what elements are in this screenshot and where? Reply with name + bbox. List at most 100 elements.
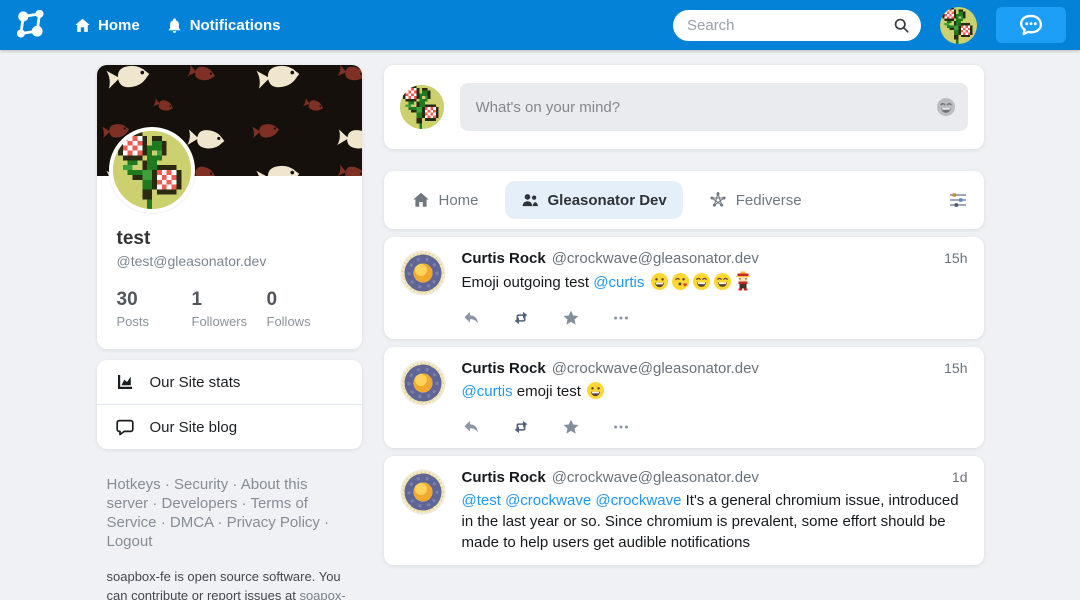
top-navbar: Home Notifications — [0, 0, 1080, 50]
more-options-icon[interactable] — [612, 418, 630, 436]
status-author-name[interactable]: Curtis Rock — [462, 360, 546, 377]
site-nav-card: Our Site stats Our Site blog — [97, 360, 362, 449]
stat-posts-label: Posts — [117, 314, 192, 329]
fediverse-icon — [709, 191, 727, 209]
profile-card: test @test@gleasonator.dev 30 Posts 1 Fo… — [97, 65, 362, 349]
stat-followers-label: Followers — [192, 314, 267, 329]
status-content: Emoji outgoing test @curtis — [462, 271, 968, 293]
tab-gleasonator-dev[interactable]: Gleasonator Dev — [505, 181, 683, 219]
bell-icon — [166, 17, 183, 34]
nav-notifications-label: Notifications — [190, 17, 281, 34]
compose-card — [384, 65, 984, 149]
status-author-acct: @crockwave@gleasonator.dev — [552, 469, 759, 486]
compose-avatar[interactable] — [400, 85, 444, 129]
reply-icon[interactable] — [462, 309, 480, 327]
stat-posts-value: 30 — [117, 289, 192, 311]
more-options-icon[interactable] — [612, 309, 630, 327]
stat-followers-value: 1 — [192, 289, 267, 311]
navbar-avatar[interactable] — [940, 7, 977, 44]
site-blog-label: Our Site blog — [150, 419, 238, 436]
footer-about: soapbox-fe is open source software. You … — [97, 567, 349, 600]
comment-icon — [115, 417, 135, 437]
favourite-icon[interactable] — [562, 418, 580, 436]
profile-stats: 30 Posts 1 Followers 0 Follows — [117, 289, 342, 329]
tab-home[interactable]: Home — [400, 181, 491, 219]
stat-followers[interactable]: 1 Followers — [192, 289, 267, 329]
tab-fediverse-label: Fediverse — [736, 192, 802, 209]
soapbox-logo-icon[interactable] — [14, 8, 48, 42]
profile-display-name[interactable]: test — [117, 228, 342, 250]
kiss-emoji — [671, 272, 690, 291]
mention-link[interactable]: @crockwave — [505, 492, 591, 509]
stat-follows[interactable]: 0 Follows — [267, 289, 342, 329]
home-icon — [74, 17, 91, 34]
stat-follows-label: Follows — [267, 314, 342, 329]
footer-links: Hotkeys · Security · About this server ·… — [97, 475, 337, 551]
compose-input[interactable] — [460, 83, 968, 131]
timeline-column: Home Gleasonator Dev Fediverse Curtis Ro… — [384, 65, 984, 573]
repost-icon[interactable] — [512, 309, 530, 327]
custom-pixel-emoji — [735, 271, 751, 291]
footer-link[interactable]: Hotkeys — [107, 476, 161, 493]
status-post: Curtis Rock @crockwave@gleasonator.dev 1… — [384, 456, 984, 565]
status-timestamp[interactable]: 15h — [944, 360, 967, 376]
stat-posts[interactable]: 30 Posts — [117, 289, 192, 329]
house-icon — [412, 191, 430, 209]
footer-link[interactable]: Security — [174, 476, 228, 493]
search-box — [673, 10, 921, 41]
status-avatar[interactable] — [400, 360, 446, 406]
search-input[interactable] — [673, 10, 921, 41]
status-actions — [462, 418, 968, 436]
status-post: Curtis Rock @crockwave@gleasonator.dev 1… — [384, 237, 984, 339]
favourite-icon[interactable] — [562, 309, 580, 327]
tab-gleasonator-dev-label: Gleasonator Dev — [548, 192, 667, 209]
status-author-acct: @crockwave@gleasonator.dev — [552, 360, 759, 377]
status-timestamp[interactable]: 15h — [944, 250, 967, 266]
status-content: @curtis emoji test — [462, 381, 968, 402]
mention-link[interactable]: @curtis — [462, 383, 513, 400]
sliders-icon[interactable] — [948, 190, 968, 210]
status-post: Curtis Rock @crockwave@gleasonator.dev 1… — [384, 347, 984, 448]
status-timestamp[interactable]: 1d — [952, 469, 968, 485]
nav-home-label: Home — [98, 17, 140, 34]
status-author-name[interactable]: Curtis Rock — [462, 469, 546, 486]
nav-home-link[interactable]: Home — [74, 17, 140, 34]
left-sidebar: test @test@gleasonator.dev 30 Posts 1 Fo… — [97, 65, 362, 600]
status-author-acct: @crockwave@gleasonator.dev — [552, 250, 759, 267]
compose-field — [460, 83, 968, 131]
mention-link[interactable]: @curtis — [593, 274, 644, 291]
profile-acct: @test@gleasonator.dev — [117, 253, 342, 269]
tab-home-label: Home — [439, 192, 479, 209]
status-content: @test @crockwave @crockwave It's a gener… — [462, 490, 968, 553]
timeline-tabs: Home Gleasonator Dev Fediverse — [384, 171, 984, 229]
tab-fediverse[interactable]: Fediverse — [697, 181, 814, 219]
status-actions — [462, 309, 968, 327]
status-author-name[interactable]: Curtis Rock — [462, 250, 546, 267]
footer-link[interactable]: Developers — [162, 495, 238, 512]
footer-link[interactable]: DMCA — [170, 514, 213, 531]
users-group-icon — [521, 191, 539, 209]
grin-emoji — [650, 272, 669, 291]
stat-follows-value: 0 — [267, 289, 342, 311]
repost-icon[interactable] — [512, 418, 530, 436]
beam-emoji — [692, 272, 711, 291]
grin-emoji — [586, 381, 605, 400]
site-stats-label: Our Site stats — [150, 374, 241, 391]
mention-link[interactable]: @crockwave — [595, 492, 681, 509]
site-blog-link[interactable]: Our Site blog — [97, 404, 362, 449]
footer-link[interactable]: Logout — [107, 533, 153, 550]
status-avatar[interactable] — [400, 250, 446, 296]
emoji-picker-button[interactable] — [936, 97, 956, 117]
reply-icon[interactable] — [462, 418, 480, 436]
status-avatar[interactable] — [400, 469, 446, 515]
profile-avatar[interactable] — [109, 127, 195, 213]
footer-link[interactable]: Privacy Policy — [227, 514, 320, 531]
nav-notifications-link[interactable]: Notifications — [166, 17, 281, 34]
area-chart-icon — [115, 372, 135, 392]
mention-link[interactable]: @test — [462, 492, 501, 509]
chat-button[interactable] — [996, 7, 1066, 43]
beam-emoji — [713, 272, 732, 291]
chat-bubble-dots-icon — [1018, 12, 1044, 38]
site-stats-link[interactable]: Our Site stats — [97, 360, 362, 404]
search-icon[interactable] — [893, 17, 910, 34]
